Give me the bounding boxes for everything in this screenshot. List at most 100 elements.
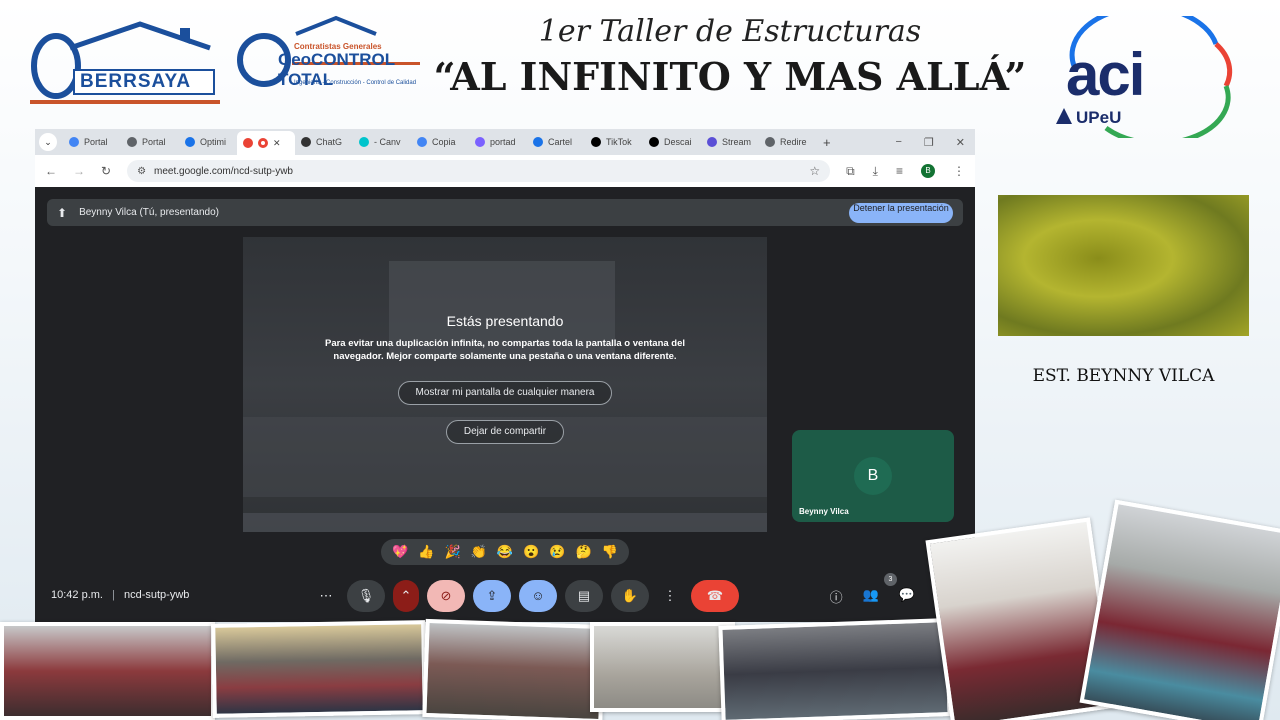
back-icon[interactable]: ← xyxy=(45,164,57,178)
meet-page: ⬆ Beynny Vilca (Tú, presentando) Detener… xyxy=(35,187,975,622)
tab-label: - Canv xyxy=(374,137,401,147)
chevron-down-icon[interactable]: ⌄ xyxy=(39,133,57,151)
microphone-icon[interactable]: 🎙 xyxy=(347,580,385,612)
browser-tab[interactable]: - Canv xyxy=(353,132,411,152)
participant-name: Beynny Vilca xyxy=(799,507,849,516)
browser-tab[interactable]: Cartel xyxy=(527,132,585,152)
bookmark-star-icon[interactable]: ☆ xyxy=(809,164,820,178)
camera-off-icon[interactable]: ⊘ xyxy=(427,580,465,612)
tab-label: TikTok xyxy=(606,137,632,147)
favicon-icon xyxy=(475,137,485,147)
browser-tab[interactable]: Copia xyxy=(411,132,469,152)
event-photo xyxy=(422,618,606,720)
presenter-name: EST. BEYNNY VILCA xyxy=(1032,366,1215,386)
aci-upeu-logo: aci UPeU xyxy=(1046,4,1242,146)
reaction-emoji-button[interactable]: 💖 xyxy=(392,544,408,560)
upeu-text: UPeU xyxy=(1076,108,1122,127)
reload-icon[interactable]: ↻ xyxy=(101,164,111,178)
browser-tab[interactable]: portad xyxy=(469,132,527,152)
site-info-icon[interactable]: ⚙ xyxy=(137,166,146,177)
extensions-icon[interactable]: ⧉ xyxy=(846,164,855,179)
presenter-camera-feed xyxy=(998,195,1249,336)
favicon-icon xyxy=(765,137,775,147)
more-options-icon[interactable]: ⋮ xyxy=(657,580,683,612)
reaction-emoji-button[interactable]: 👎 xyxy=(602,544,618,560)
emoji-reactions-icon[interactable]: ☺ xyxy=(519,580,557,612)
captions-icon[interactable]: ▤ xyxy=(565,580,603,612)
tab-label: Portal xyxy=(84,137,108,147)
url-text: meet.google.com/ncd-sutp-ywb xyxy=(154,165,293,177)
presenting-title: Estás presentando xyxy=(446,313,564,329)
geocontrol-logo: Contratistas Generales GeoCONTROL TOTAL … xyxy=(236,14,426,106)
avatar: B xyxy=(854,457,892,495)
presenting-bar: ⬆ Beynny Vilca (Tú, presentando) Detener… xyxy=(47,199,963,226)
show-screen-anyway-button[interactable]: Mostrar mi pantalla de cualquier manera xyxy=(398,381,612,405)
forward-icon[interactable]: → xyxy=(73,164,85,178)
reaction-emoji-button[interactable]: 🎉 xyxy=(444,544,460,560)
reaction-emoji-button[interactable]: 👏 xyxy=(471,544,487,560)
berrsaya-text: BERRSAYA xyxy=(80,71,192,92)
stop-presenting-button[interactable]: Detener la presentación xyxy=(849,202,953,223)
menu-kebab-icon[interactable]: ⋮ xyxy=(953,164,965,178)
people-icon[interactable]: 👥 xyxy=(863,587,879,606)
tab-label: Redire xyxy=(780,137,807,147)
close-tab-icon[interactable]: ✕ xyxy=(273,138,281,149)
browser-tab[interactable]: Portal xyxy=(63,132,121,152)
present-screen-icon[interactable]: ⇪ xyxy=(473,580,511,612)
banner-title: “AL INFINITO Y MAS ALLÁ” xyxy=(433,54,1027,99)
reaction-emoji-button[interactable]: 😂 xyxy=(497,544,513,560)
event-photo xyxy=(718,618,952,720)
media-control-icon[interactable]: ≡ xyxy=(896,164,903,178)
address-bar[interactable]: ⚙ meet.google.com/ncd-sutp-ywb ☆ xyxy=(127,160,831,182)
close-icon[interactable]: ✕ xyxy=(956,136,965,149)
favicon-icon xyxy=(185,137,195,147)
meet-controls-bar: 10:42 p.m. | ncd-sutp-ywb ⋯ 🎙 ⌃ ⊘ ⇪ ☺ ▤ … xyxy=(35,573,975,617)
maximize-icon[interactable]: ❐ xyxy=(924,136,934,149)
event-banner: BERRSAYA Contratistas Generales GeoCONTR… xyxy=(0,0,1280,146)
leave-call-icon[interactable]: ☎ xyxy=(691,580,739,612)
reaction-emoji-button[interactable]: 😮 xyxy=(523,544,539,560)
presenting-label: Beynny Vilca (Tú, presentando) xyxy=(79,207,219,218)
banner-subtitle: 1er Taller de Estructuras xyxy=(538,14,922,49)
toolbar-icons: ⧉ ⤓ ≡ B ⋮ xyxy=(846,164,965,179)
tab-label: ChatG xyxy=(316,137,343,147)
favicon-icon xyxy=(243,138,253,148)
meeting-details-icon[interactable]: ⓘ xyxy=(830,587,843,606)
tab-label: Cartel xyxy=(548,137,573,147)
browser-tab[interactable]: ✕ xyxy=(237,131,295,155)
tab-label: Optimi xyxy=(200,137,227,147)
chat-icon[interactable]: 💬 xyxy=(899,587,915,606)
window-controls: − ❐ ✕ xyxy=(895,136,975,149)
presenting-description: Para evitar una duplicación infinita, no… xyxy=(324,338,686,362)
participant-tile[interactable]: B Beynny Vilca xyxy=(792,430,954,522)
browser-tab[interactable]: TikTok xyxy=(585,132,643,152)
reaction-emoji-button[interactable]: 😢 xyxy=(549,544,565,560)
new-tab-button[interactable]: + xyxy=(817,132,843,152)
browser-tab[interactable]: Stream xyxy=(701,132,759,152)
reactions-bar: 💖 👍 🎉 👏 😂 😮 😢 🤔 👎 xyxy=(381,539,629,565)
browser-tab[interactable]: Descai xyxy=(643,132,701,152)
browser-tab[interactable]: Optimi xyxy=(179,132,237,152)
download-icon[interactable]: ⤓ xyxy=(873,164,878,179)
screen-share-preview: Estás presentando Para evitar una duplic… xyxy=(243,237,767,532)
favicon-icon xyxy=(707,137,717,147)
minimize-icon[interactable]: − xyxy=(895,136,901,149)
browser-tab[interactable]: ChatG xyxy=(295,132,353,152)
stop-sharing-button[interactable]: Dejar de compartir xyxy=(446,420,564,444)
more-audio-options-icon[interactable]: ⋯ xyxy=(313,580,339,612)
browser-tab[interactable]: Redire xyxy=(759,132,817,152)
raise-hand-icon[interactable]: ✋ xyxy=(611,580,649,612)
reaction-emoji-button[interactable]: 🤔 xyxy=(576,544,592,560)
favicon-icon xyxy=(591,137,601,147)
event-photo xyxy=(590,622,735,712)
favicon-icon xyxy=(417,137,427,147)
browser-window: ⌄ Portal Portal Optimi ✕ ChatG - Canv Copia por… xyxy=(35,129,975,622)
favicon-icon xyxy=(127,137,137,147)
favicon-icon xyxy=(359,137,369,147)
browser-tab[interactable]: Portal xyxy=(121,132,179,152)
reaction-emoji-button[interactable]: 👍 xyxy=(418,544,434,560)
meeting-info: 10:42 p.m. | ncd-sutp-ywb xyxy=(51,589,190,601)
camera-options-chevron-icon[interactable]: ⌃ xyxy=(393,580,419,612)
event-photo xyxy=(1079,499,1280,720)
profile-avatar[interactable]: B xyxy=(921,164,935,178)
